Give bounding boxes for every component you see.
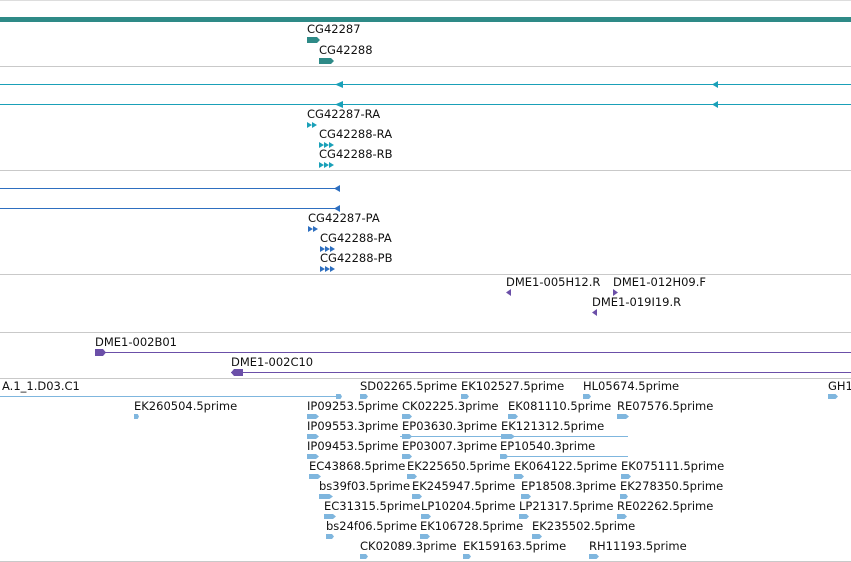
- est-label[interactable]: RE02262.5prime: [617, 500, 713, 513]
- est-label[interactable]: EK225650.5prime: [407, 460, 510, 473]
- est-feature-glyph[interactable]: [617, 414, 629, 419]
- bac-span-line[interactable]: [231, 372, 851, 373]
- est-label[interactable]: EP10540.3prime: [500, 440, 595, 453]
- est-label[interactable]: EP18508.3prime: [521, 480, 616, 493]
- est-label[interactable]: CK02225.3prime: [402, 400, 499, 413]
- bac-label[interactable]: DME1-002B01: [95, 336, 177, 349]
- genome-browser-view: CG42287 CG42288 CG42287-RA CG42288-RA CG…: [0, 0, 851, 562]
- est-feature-glyph[interactable]: [828, 394, 838, 399]
- gene-label[interactable]: CG42288: [319, 44, 373, 57]
- est-label[interactable]: EK235502.5prime: [532, 520, 635, 533]
- bac-span-line[interactable]: [95, 352, 851, 353]
- bac-start-glyph: [95, 349, 106, 356]
- protein-label[interactable]: CG42287-PA: [308, 212, 380, 225]
- est-label[interactable]: CK02089.3prime: [360, 540, 457, 553]
- bac-start-glyph: [231, 369, 243, 376]
- track-separator: [0, 0, 851, 1]
- est-label[interactable]: EK260504.5prime: [134, 400, 237, 413]
- est-label[interactable]: EP03630.3prime: [402, 420, 497, 433]
- protein-line[interactable]: [0, 188, 338, 189]
- est-label[interactable]: RH11193.5prime: [589, 540, 687, 553]
- est-label[interactable]: IP09453.5prime: [307, 440, 398, 453]
- est-label[interactable]: GH1: [828, 380, 851, 393]
- protein-label[interactable]: CG42288-PA: [320, 232, 392, 245]
- transcript-line[interactable]: [0, 104, 851, 105]
- track-separator: [0, 170, 851, 171]
- transcript-label[interactable]: CG42288-RA: [319, 128, 392, 141]
- clone-end-label[interactable]: DME1-005H12.R: [506, 276, 600, 289]
- clone-end-label[interactable]: DME1-012H09.F: [613, 276, 706, 289]
- transcript-line[interactable]: [0, 84, 851, 85]
- transcript-label[interactable]: CG42288-RB: [319, 148, 393, 161]
- bac-label[interactable]: DME1-002C10: [231, 356, 313, 369]
- left-arrow-icon: [335, 81, 343, 88]
- est-label[interactable]: EK075111.5prime: [621, 460, 724, 473]
- est-feature-glyph[interactable]: [134, 414, 139, 419]
- est-label[interactable]: SD02265.5prime: [360, 380, 457, 393]
- est-label[interactable]: EK064122.5prime: [514, 460, 617, 473]
- est-label[interactable]: LP10204.5prime: [421, 500, 515, 513]
- protein-label[interactable]: CG42288-PB: [320, 252, 393, 265]
- track-separator: [0, 66, 851, 67]
- est-span-line[interactable]: [0, 396, 340, 397]
- transcript-label[interactable]: CG42287-RA: [307, 108, 380, 121]
- est-label[interactable]: IP09553.3prime: [307, 420, 398, 433]
- left-arrow-icon: [334, 185, 340, 192]
- track-separator: [0, 274, 851, 275]
- clone-end-label[interactable]: DME1-019I19.R: [592, 296, 681, 309]
- right-arrows-icon: [320, 266, 335, 272]
- left-arrow-icon: [712, 81, 718, 88]
- left-arrow-icon: [712, 101, 718, 108]
- est-label[interactable]: EK121312.5prime: [501, 420, 604, 433]
- track-separator: [0, 332, 851, 333]
- est-label[interactable]: EK278350.5prime: [620, 480, 723, 493]
- est-label[interactable]: bs39f03.5prime: [319, 480, 410, 493]
- est-label[interactable]: EK106728.5prime: [420, 520, 523, 533]
- est-span-line[interactable]: [500, 456, 628, 457]
- est-label[interactable]: bs24f06.5prime: [326, 520, 417, 533]
- gene-label[interactable]: CG42287: [307, 23, 361, 36]
- est-feature-glyph[interactable]: [463, 554, 471, 559]
- left-arrow-icon: [506, 289, 511, 296]
- est-feature-glyph[interactable]: [589, 554, 599, 559]
- est-feature-glyph[interactable]: [360, 554, 368, 559]
- right-arrows-icon: [319, 162, 334, 168]
- est-label[interactable]: IP09253.5prime: [307, 400, 398, 413]
- protein-line[interactable]: [0, 208, 338, 209]
- est-label[interactable]: EP03007.3prime: [402, 440, 497, 453]
- est-label[interactable]: EK245947.5prime: [412, 480, 515, 493]
- est-feature-glyph[interactable]: [326, 534, 334, 539]
- est-label[interactable]: EC43868.5prime: [309, 460, 405, 473]
- est-label[interactable]: EK102527.5prime: [461, 380, 564, 393]
- left-arrow-icon: [592, 309, 597, 316]
- gene-feature-glyph[interactable]: [319, 58, 335, 64]
- est-label[interactable]: RE07576.5prime: [617, 400, 713, 413]
- est-label[interactable]: HL05674.5prime: [583, 380, 679, 393]
- est-label[interactable]: A.1_1.D03.C1: [2, 380, 80, 393]
- est-label[interactable]: LP21317.5prime: [519, 500, 613, 513]
- est-label[interactable]: EK159163.5prime: [463, 540, 566, 553]
- est-label[interactable]: EC31315.5prime: [324, 500, 420, 513]
- est-label[interactable]: EK081110.5prime: [508, 400, 611, 413]
- gene-span-bar[interactable]: [0, 17, 851, 22]
